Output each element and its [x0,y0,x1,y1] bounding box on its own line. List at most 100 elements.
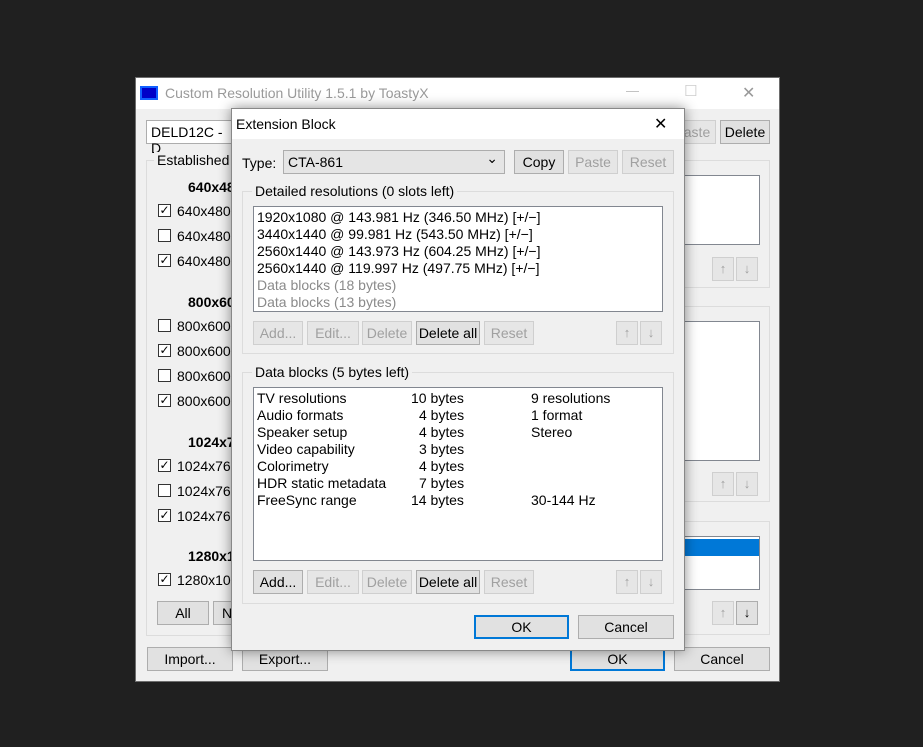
data-block-name[interactable]: FreeSync range [257,492,357,509]
main-window-title: Custom Resolution Utility 1.5.1 by Toast… [165,85,429,101]
data-edit-button[interactable]: Edit... [307,570,359,594]
detailed-reset-button[interactable]: Reset [484,321,534,345]
app-monitor-icon [140,86,158,100]
list-item[interactable]: 2560x1440 @ 143.973 Hz (604.25 MHz) [+/−… [257,243,541,260]
move-up-button[interactable]: ↑ [712,601,734,625]
reset-button[interactable]: Reset [622,150,674,174]
data-block-size: 4 bytes [419,407,465,423]
res-label: 640x480 [177,228,231,244]
list-item[interactable]: 3440x1440 @ 99.981 Hz (543.50 MHz) [+/−] [257,226,533,243]
detailed-resolutions-list[interactable]: 1920x1080 @ 143.981 Hz (346.50 MHz) [+/−… [253,206,663,312]
data-block-info: 30-144 Hz [531,492,596,508]
res-label: 1280x10 [177,572,231,588]
res-checkbox[interactable]: ✓ [158,573,171,586]
res-checkbox[interactable]: ✓ [158,204,171,217]
main-cancel-button[interactable]: Cancel [674,647,770,671]
data-block-info: 9 resolutions [531,390,611,406]
move-up-button[interactable]: ↑ [712,257,734,281]
established-group-label: Established r [154,152,241,168]
data-block-info: Stereo [531,424,573,440]
detailed-resolutions-label: Detailed resolutions (0 slots left) [252,183,458,199]
res-checkbox[interactable]: ✓ [158,459,171,472]
data-delete-button[interactable]: Delete [362,570,412,594]
type-select-value: CTA-861 [288,154,343,170]
chevron-down-icon: ⌄ [486,150,498,166]
res-label: 1024x76 [177,483,231,499]
data-block-name[interactable]: HDR static metadata [257,475,386,492]
data-block-size: 10 bytes [411,390,464,406]
res-checkbox[interactable] [158,319,171,332]
data-block-size: 4 bytes [419,458,465,474]
detailed-delete-button[interactable]: Delete [362,321,412,345]
data-block-info: 1 format [531,407,583,423]
move-down-button[interactable]: ↓ [736,257,758,281]
dialog-ok-button[interactable]: OK [474,615,569,639]
res-checkbox[interactable]: ✓ [158,509,171,522]
res-group-header: 1280x1 [188,548,235,564]
dialog-title-bar: Extension Block ✕ [232,109,684,139]
display-select[interactable]: DELD12C - D [146,120,236,156]
res-label: 1024x76 [177,458,231,474]
res-label: 800x600 [177,393,231,409]
data-block-size: 3 bytes [419,441,465,457]
res-label: 800x600 [177,343,231,359]
right-list-1[interactable] [684,175,760,245]
list-item[interactable]: Data blocks (13 bytes) [257,294,396,311]
res-label: 640x480 [177,253,231,269]
detailed-delete-all-button[interactable]: Delete all [416,321,480,345]
data-move-up-button[interactable]: ↑ [616,570,638,594]
selected-list-item[interactable] [685,539,759,556]
res-checkbox[interactable] [158,229,171,242]
extension-block-dialog: Extension Block ✕ Type: CTA-861 ⌄ Copy P… [231,108,685,651]
detailed-edit-button[interactable]: Edit... [307,321,359,345]
dialog-title: Extension Block [236,116,336,132]
data-block-size: 14 bytes [411,492,464,508]
data-move-down-button[interactable]: ↓ [640,570,662,594]
data-block-name[interactable]: Audio formats [257,407,343,424]
paste-button[interactable]: Paste [568,150,618,174]
res-label: 800x600 [177,318,231,334]
minimize-icon[interactable]: — [626,83,639,98]
move-down-button[interactable]: ↓ [736,601,758,625]
dialog-close-icon[interactable]: ✕ [654,114,667,134]
data-reset-button[interactable]: Reset [484,570,534,594]
import-button[interactable]: Import... [147,647,233,671]
res-label: 800x600 [177,368,231,384]
data-block-size: 7 bytes [419,475,465,491]
data-block-name[interactable]: Speaker setup [257,424,347,441]
res-checkbox[interactable]: ✓ [158,394,171,407]
detailed-move-down-button[interactable]: ↓ [640,321,662,345]
list-item[interactable]: 2560x1440 @ 119.997 Hz (497.75 MHz) [+/−… [257,260,539,277]
right-list-2[interactable] [684,321,760,461]
select-all-button[interactable]: All [157,601,209,625]
res-group-header: 800x60 [188,294,235,310]
maximize-icon[interactable]: ☐ [684,82,697,100]
copy-button[interactable]: Copy [514,150,564,174]
data-block-name[interactable]: Colorimetry [257,458,329,475]
list-item[interactable]: Data blocks (18 bytes) [257,277,396,294]
main-delete-button[interactable]: Delete [720,120,770,144]
data-add-button[interactable]: Add... [253,570,303,594]
res-checkbox[interactable] [158,484,171,497]
detailed-move-up-button[interactable]: ↑ [616,321,638,345]
data-block-name[interactable]: Video capability [257,441,355,458]
type-select[interactable]: CTA-861 ⌄ [283,150,505,174]
move-down-button[interactable]: ↓ [736,472,758,496]
res-checkbox[interactable]: ✓ [158,344,171,357]
data-delete-all-button[interactable]: Delete all [416,570,480,594]
move-up-button[interactable]: ↑ [712,472,734,496]
res-group-header: 640x48 [188,179,235,195]
select-none-button[interactable]: N [213,601,233,625]
data-blocks-label: Data blocks (5 bytes left) [252,364,413,380]
res-label: 1024x76 [177,508,231,524]
detailed-add-button[interactable]: Add... [253,321,303,345]
data-block-name[interactable]: TV resolutions [257,390,346,407]
close-icon[interactable]: ✕ [742,83,755,103]
data-blocks-list[interactable]: TV resolutions 10 bytes 9 resolutions Au… [253,387,663,561]
res-checkbox[interactable]: ✓ [158,254,171,267]
dialog-cancel-button[interactable]: Cancel [578,615,674,639]
res-checkbox[interactable] [158,369,171,382]
res-label: 640x480 [177,203,231,219]
right-list-3[interactable] [684,536,760,590]
list-item[interactable]: 1920x1080 @ 143.981 Hz (346.50 MHz) [+/−… [257,209,541,226]
